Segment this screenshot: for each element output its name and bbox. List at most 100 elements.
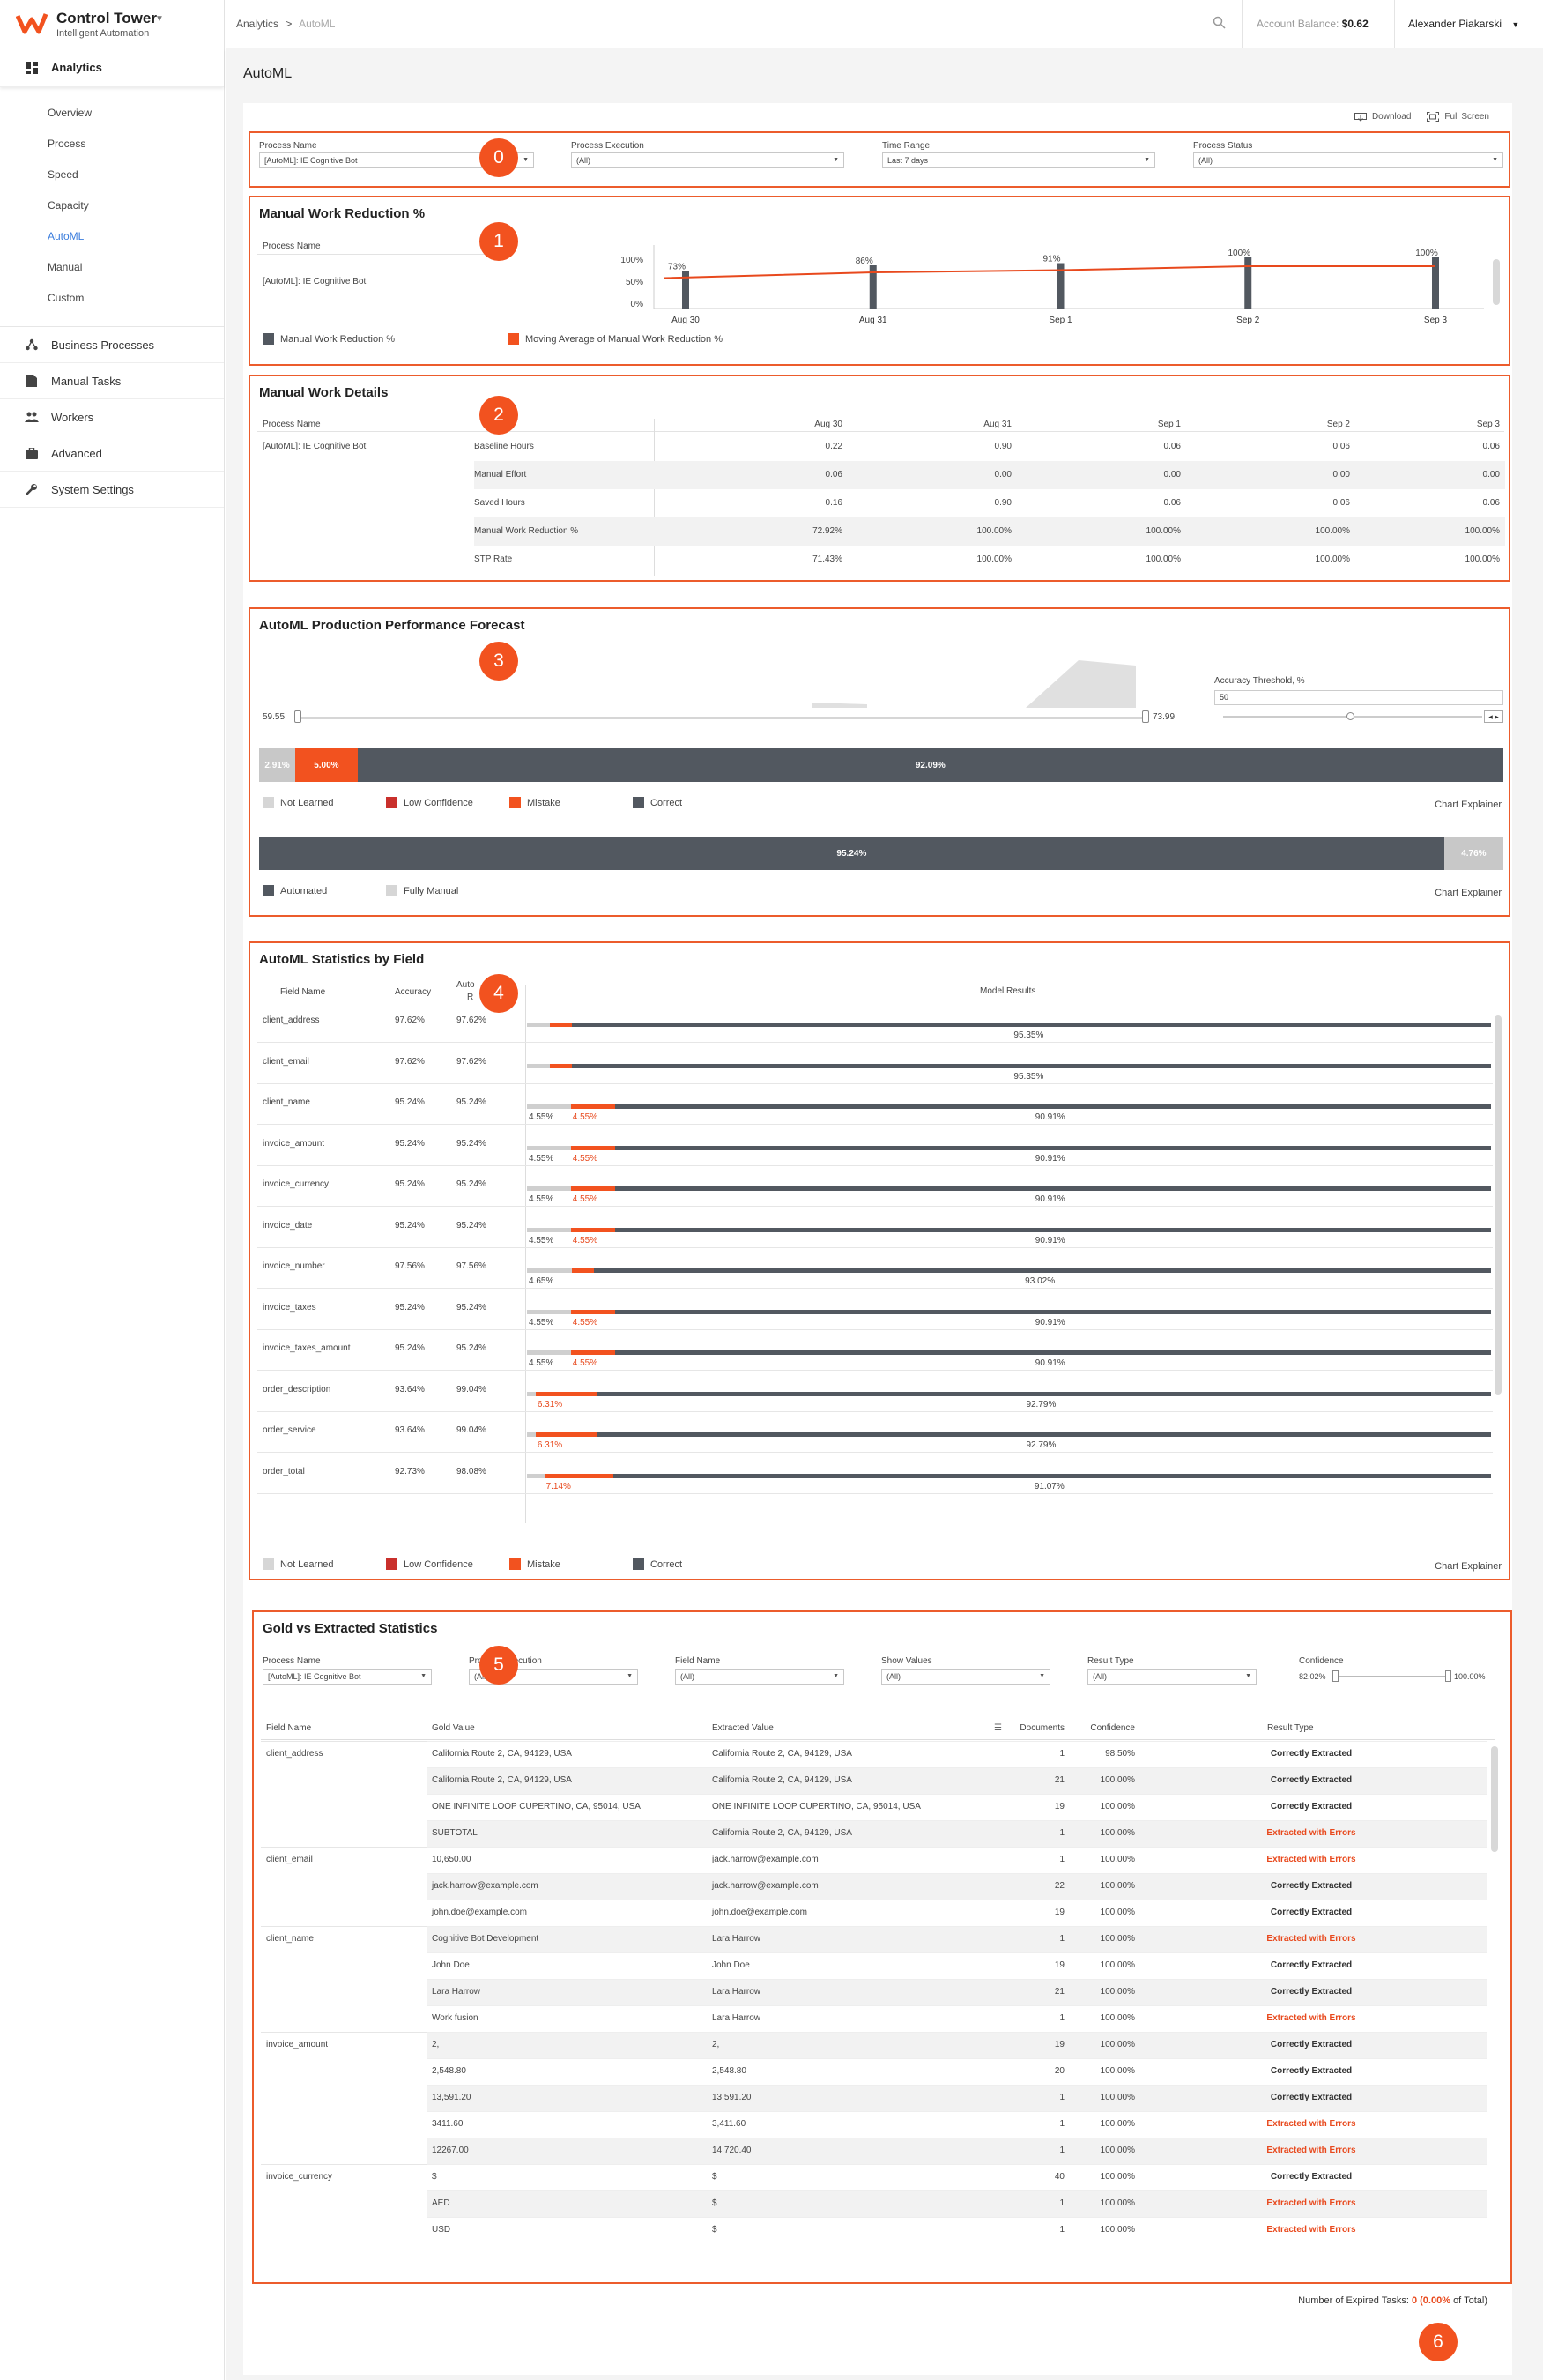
confidence-min-handle[interactable]: [1332, 1670, 1339, 1682]
slider-max-handle[interactable]: [1142, 710, 1149, 723]
process-status-select[interactable]: (All) ▼: [1193, 152, 1503, 168]
chevron-down-icon[interactable]: ▼: [155, 14, 164, 24]
breadcrumb-analytics[interactable]: Analytics: [236, 18, 278, 30]
nav-manual-tasks[interactable]: Manual Tasks: [0, 363, 224, 399]
nav-business-processes[interactable]: Business Processes: [0, 327, 224, 363]
not-learned-segment[interactable]: [527, 1104, 571, 1109]
legend-moving-average[interactable]: Moving Average of Manual Work Reduction …: [508, 333, 723, 345]
mistake-segment[interactable]: [544, 1473, 613, 1478]
stats-legend-correct[interactable]: Correct: [633, 1558, 756, 1570]
correct-segment[interactable]: [614, 1145, 1491, 1150]
not-learned-segment[interactable]: [527, 1023, 551, 1027]
not-learned-segment[interactable]: [527, 1268, 572, 1273]
threshold-stepper[interactable]: ◂ ▸: [1484, 710, 1503, 723]
stacked-bar-segment[interactable]: 95.24%: [259, 837, 1444, 870]
not-learned-segment[interactable]: [527, 1432, 536, 1437]
not-learned-segment[interactable]: [527, 1391, 536, 1396]
legend-correct[interactable]: Correct: [633, 797, 756, 808]
stacked-bar-segment[interactable]: 5.00%: [295, 748, 358, 782]
time-range-select[interactable]: Last 7 days ▼: [882, 152, 1155, 168]
mwr-bar[interactable]: [1244, 257, 1252, 309]
mistake-segment[interactable]: [570, 1145, 615, 1150]
not-learned-segment[interactable]: [527, 1186, 571, 1191]
slider-min-handle[interactable]: [294, 710, 301, 723]
download-button[interactable]: Download: [1354, 112, 1411, 122]
stats-scrollbar[interactable]: [1495, 1015, 1502, 1395]
stacked-bar-segment[interactable]: 4.76%: [1443, 837, 1503, 870]
correct-segment[interactable]: [571, 1023, 1491, 1027]
stats-legend-not-learned[interactable]: Not Learned: [263, 1558, 386, 1570]
subnav-process[interactable]: Process: [0, 129, 224, 160]
threshold-slider-handle[interactable]: [1346, 712, 1354, 720]
fullscreen-button[interactable]: Full Screen: [1427, 112, 1489, 122]
legend-not-learned[interactable]: Not Learned: [263, 797, 386, 808]
nav-analytics[interactable]: Analytics: [0, 48, 224, 87]
legend-automated[interactable]: Automated: [263, 885, 386, 896]
mwr-bar[interactable]: [1432, 257, 1439, 309]
correct-segment[interactable]: [571, 1063, 1491, 1068]
subnav-custom[interactable]: Custom: [0, 283, 224, 314]
user-menu[interactable]: Alexander Piakarski ▼: [1408, 18, 1519, 30]
gold-filter-select[interactable]: (All) ▼: [881, 1669, 1050, 1685]
not-learned-segment[interactable]: [527, 1063, 551, 1068]
panel-actions: Download Full Screen: [1354, 112, 1489, 122]
process-execution-select[interactable]: (All) ▼: [571, 152, 844, 168]
mistake-segment[interactable]: [570, 1186, 615, 1191]
legend-mistake[interactable]: Mistake: [509, 797, 633, 808]
correct-segment[interactable]: [614, 1227, 1491, 1232]
correct-segment[interactable]: [612, 1473, 1491, 1478]
subnav-automl[interactable]: AutoML: [0, 221, 224, 252]
mistake-segment[interactable]: [570, 1309, 615, 1314]
nav-advanced[interactable]: Advanced: [0, 435, 224, 472]
not-learned-segment[interactable]: [527, 1145, 571, 1150]
not-learned-segment[interactable]: [527, 1309, 571, 1314]
mistake-segment[interactable]: [535, 1432, 597, 1437]
search-icon[interactable]: [1213, 16, 1226, 33]
legend-fully-manual[interactable]: Fully Manual: [386, 885, 509, 896]
threshold-input[interactable]: 50: [1214, 690, 1503, 705]
chart-explainer-link-2[interactable]: Chart Explainer: [1435, 888, 1502, 898]
confidence-max-handle[interactable]: [1445, 1670, 1451, 1682]
mistake-segment[interactable]: [570, 1227, 615, 1232]
sort-icon[interactable]: ☰: [994, 1723, 1002, 1733]
y-tick-label: 50%: [626, 278, 643, 287]
stats-chart-explainer-link[interactable]: Chart Explainer: [1435, 1561, 1502, 1572]
stacked-bar-segment[interactable]: 92.09%: [357, 748, 1503, 782]
correct-segment[interactable]: [614, 1186, 1491, 1191]
gold-table-scrollbar[interactable]: [1491, 1746, 1498, 1852]
confidence-slider[interactable]: [1336, 1676, 1449, 1677]
not-learned-segment[interactable]: [527, 1473, 545, 1478]
subnav-capacity[interactable]: Capacity: [0, 190, 224, 221]
stacked-bar-segment[interactable]: 2.91%: [259, 748, 296, 782]
nav-system-settings[interactable]: System Settings: [0, 472, 224, 508]
gold-filter-select[interactable]: (All) ▼: [1087, 1669, 1257, 1685]
correct-segment[interactable]: [614, 1350, 1491, 1355]
mistake-segment[interactable]: [550, 1023, 572, 1027]
correct-segment[interactable]: [614, 1104, 1491, 1109]
subnav-speed[interactable]: Speed: [0, 160, 224, 190]
chart-explainer-link[interactable]: Chart Explainer: [1435, 800, 1502, 810]
mistake-segment[interactable]: [570, 1350, 615, 1355]
correct-segment[interactable]: [614, 1309, 1491, 1314]
gold-filter-select[interactable]: (All) ▼: [675, 1669, 844, 1685]
gold-filter-select[interactable]: [AutoML]: IE Cognitive Bot ▼: [263, 1669, 432, 1685]
subnav-overview[interactable]: Overview: [0, 98, 224, 129]
legend-low-confidence[interactable]: Low Confidence: [386, 797, 509, 808]
nav-workers[interactable]: Workers: [0, 399, 224, 435]
correct-segment[interactable]: [594, 1268, 1491, 1273]
correct-segment[interactable]: [596, 1432, 1491, 1437]
correct-segment[interactable]: [596, 1391, 1491, 1396]
forecast-range-slider[interactable]: [298, 717, 1146, 719]
stats-legend-low-confidence[interactable]: Low Confidence: [386, 1558, 509, 1570]
subnav-manual[interactable]: Manual: [0, 252, 224, 283]
legend-manual-work-reduction[interactable]: Manual Work Reduction %: [263, 333, 508, 345]
chart-scrollbar[interactable]: [1493, 259, 1500, 305]
app-logo[interactable]: Control Tower Intelligent Automation ▼: [0, 0, 224, 48]
mistake-segment[interactable]: [550, 1063, 572, 1068]
not-learned-segment[interactable]: [527, 1227, 571, 1232]
stats-legend-mistake[interactable]: Mistake: [509, 1558, 633, 1570]
mistake-segment[interactable]: [570, 1104, 615, 1109]
mistake-segment[interactable]: [535, 1391, 597, 1396]
not-learned-segment[interactable]: [527, 1350, 571, 1355]
mistake-segment[interactable]: [571, 1268, 595, 1273]
